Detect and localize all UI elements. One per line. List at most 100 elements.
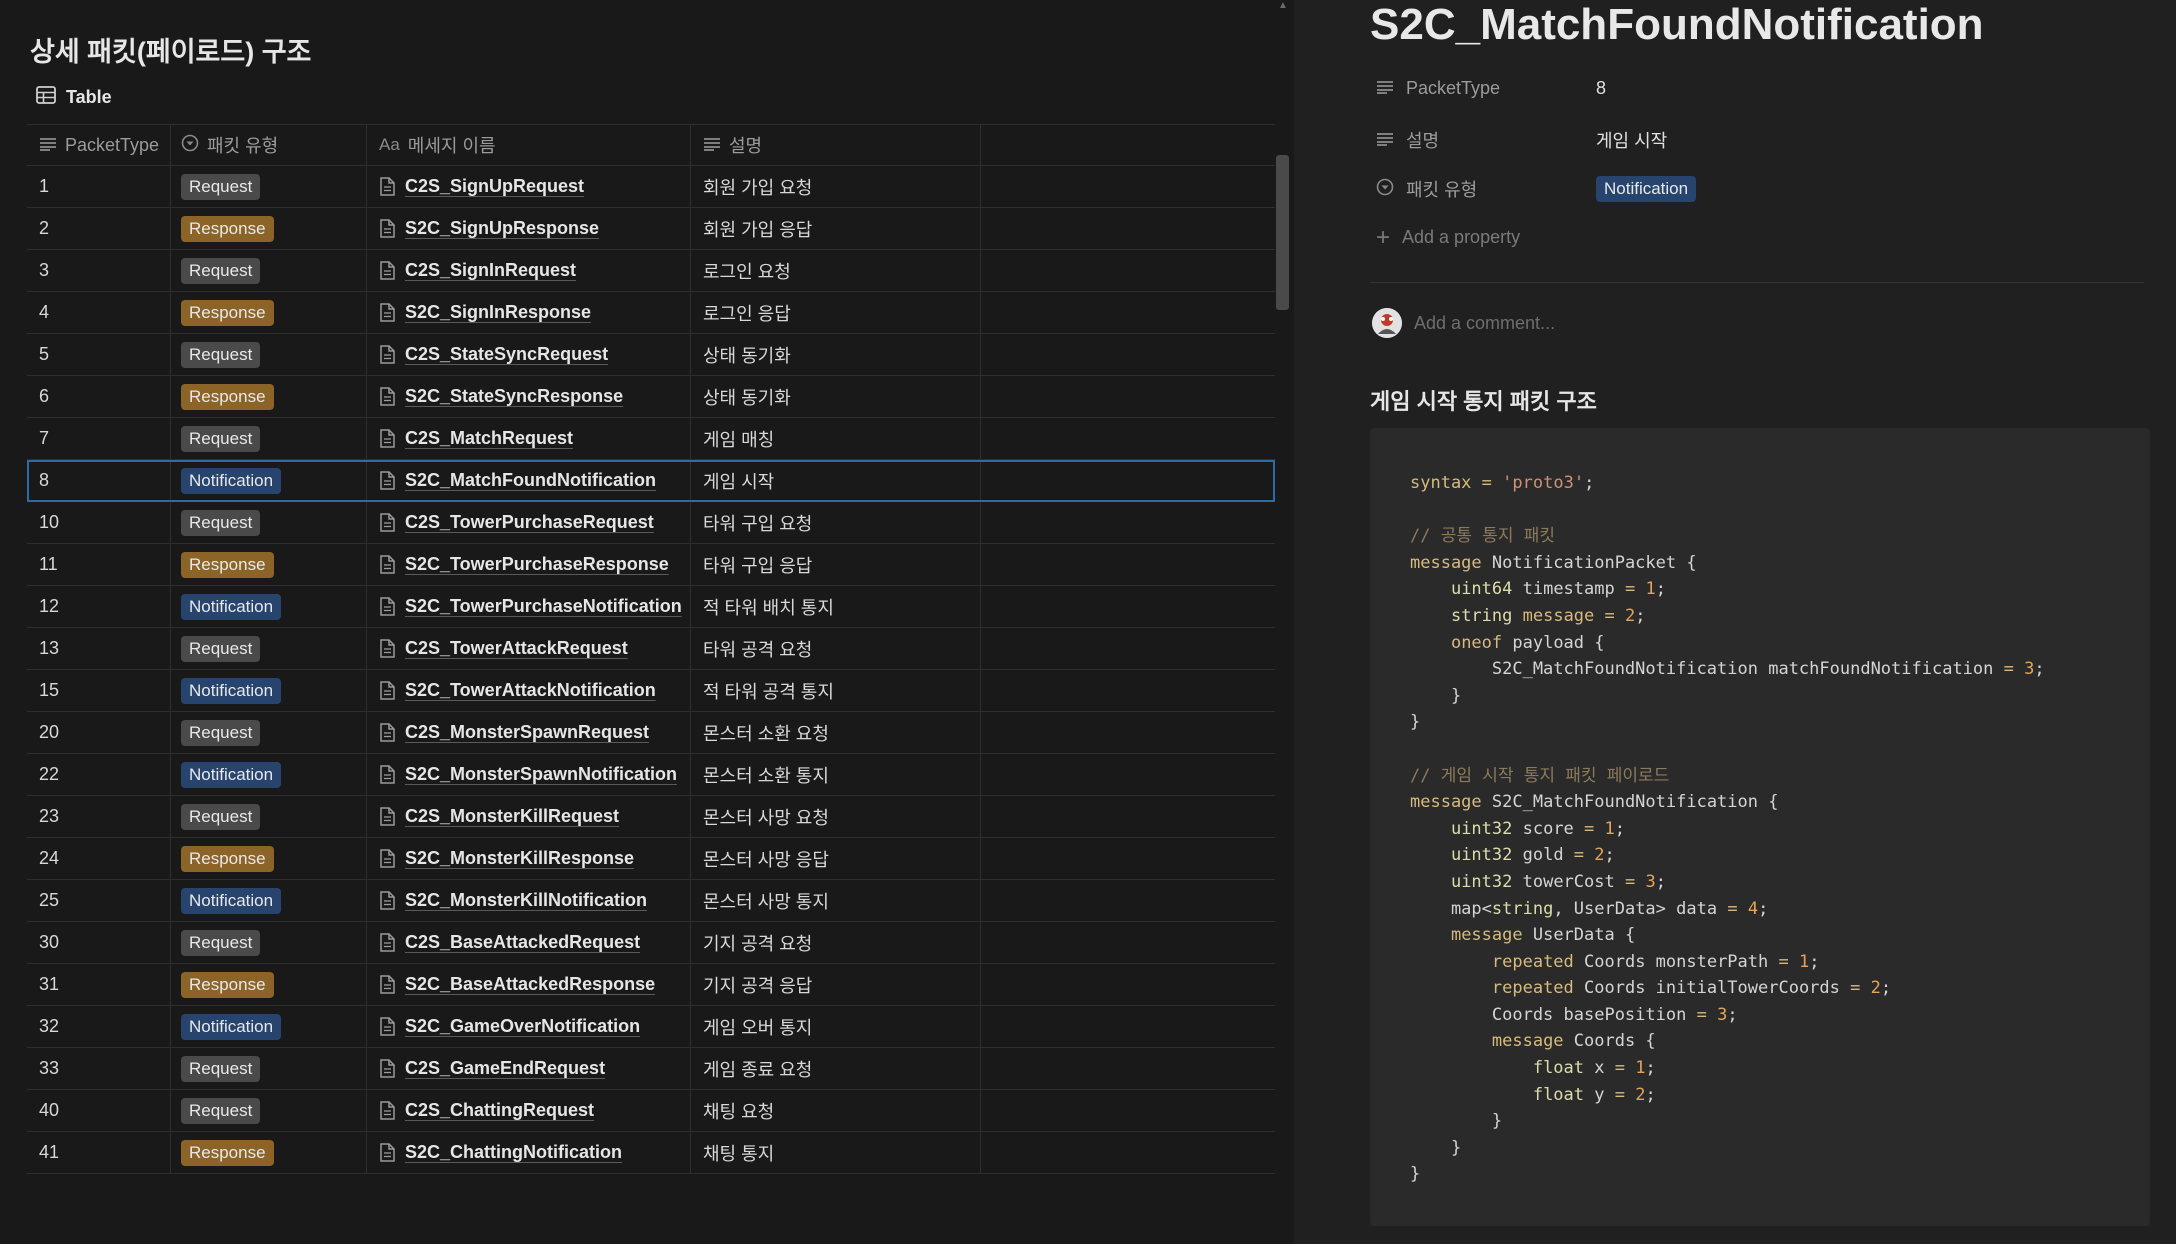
- cell-packettype[interactable]: 8: [27, 460, 171, 501]
- cell-desc[interactable]: 게임 매칭: [691, 418, 981, 459]
- column-header-desc[interactable]: 설명: [691, 125, 981, 165]
- cell-name[interactable]: S2C_MonsterKillNotification: [367, 880, 691, 921]
- cell-packettype[interactable]: 32: [27, 1006, 171, 1047]
- cell-desc[interactable]: 채팅 요청: [691, 1090, 981, 1131]
- cell-kind[interactable]: Response: [171, 964, 367, 1005]
- cell-desc[interactable]: 몬스터 소환 요청: [691, 712, 981, 753]
- cell-kind[interactable]: Request: [171, 796, 367, 837]
- cell-packettype[interactable]: 22: [27, 754, 171, 795]
- message-name-link[interactable]: S2C_TowerPurchaseResponse: [405, 554, 669, 575]
- message-name-link[interactable]: C2S_SignUpRequest: [405, 176, 584, 197]
- message-name-link[interactable]: C2S_StateSyncRequest: [405, 344, 608, 365]
- cell-desc[interactable]: 상태 동기화: [691, 376, 981, 417]
- cell-desc[interactable]: 회원 가입 응답: [691, 208, 981, 249]
- message-name-link[interactable]: C2S_MonsterSpawnRequest: [405, 722, 649, 743]
- column-header-packettype[interactable]: PacketType: [27, 125, 171, 165]
- cell-kind[interactable]: Response: [171, 208, 367, 249]
- cell-packettype[interactable]: 23: [27, 796, 171, 837]
- cell-desc[interactable]: 로그인 요청: [691, 250, 981, 291]
- table-row[interactable]: 5 Request C2S_StateSyncRequest 상태 동기화: [27, 334, 1275, 376]
- message-name-link[interactable]: S2C_MatchFoundNotification: [405, 470, 656, 491]
- cell-desc[interactable]: 적 타워 배치 통지: [691, 586, 981, 627]
- table-row[interactable]: 10 Request C2S_TowerPurchaseRequest 타워 구입 요…: [27, 502, 1275, 544]
- cell-packettype[interactable]: 10: [27, 502, 171, 543]
- cell-packettype[interactable]: 4: [27, 292, 171, 333]
- cell-packettype[interactable]: 1: [27, 166, 171, 207]
- cell-desc[interactable]: 로그인 응답: [691, 292, 981, 333]
- cell-name[interactable]: S2C_SignUpResponse: [367, 208, 691, 249]
- table-row[interactable]: 41 Response S2C_ChattingNotification 채팅 통지: [27, 1132, 1275, 1174]
- cell-name[interactable]: C2S_ChattingRequest: [367, 1090, 691, 1131]
- cell-desc[interactable]: 몬스터 소환 통지: [691, 754, 981, 795]
- table-row[interactable]: 2 Response S2C_SignUpResponse 회원 가입 응답: [27, 208, 1275, 250]
- cell-kind[interactable]: Response: [171, 292, 367, 333]
- cell-kind[interactable]: Response: [171, 376, 367, 417]
- cell-kind[interactable]: Request: [171, 1090, 367, 1131]
- table-row[interactable]: 32 Notification S2C_GameOverNotification 게임…: [27, 1006, 1275, 1048]
- cell-desc[interactable]: 게임 시작: [691, 460, 981, 501]
- cell-kind[interactable]: Notification: [171, 460, 367, 501]
- cell-kind[interactable]: Request: [171, 628, 367, 669]
- cell-name[interactable]: C2S_StateSyncRequest: [367, 334, 691, 375]
- database-title[interactable]: 상세 패킷(페이로드) 구조: [30, 30, 311, 69]
- table-row[interactable]: 8 Notification S2C_MatchFoundNotification 게…: [27, 460, 1275, 502]
- table-row[interactable]: 12 Notification S2C_TowerPurchaseNotificat…: [27, 586, 1275, 628]
- add-property-button[interactable]: + Add a property: [1376, 225, 1596, 249]
- table-row[interactable]: 1 Request C2S_SignUpRequest 회원 가입 요청: [27, 166, 1275, 208]
- table-row[interactable]: 23 Request C2S_MonsterKillRequest 몬스터 사망 요청: [27, 796, 1275, 838]
- cell-packettype[interactable]: 2: [27, 208, 171, 249]
- cell-desc[interactable]: 기지 공격 요청: [691, 922, 981, 963]
- property-description[interactable]: 설명 게임 시작: [1376, 127, 1667, 153]
- cell-name[interactable]: S2C_TowerPurchaseResponse: [367, 544, 691, 585]
- cell-name[interactable]: C2S_BaseAttackedRequest: [367, 922, 691, 963]
- cell-packettype[interactable]: 11: [27, 544, 171, 585]
- property-value[interactable]: 게임 시작: [1596, 127, 1667, 153]
- message-name-link[interactable]: C2S_SignInRequest: [405, 260, 576, 281]
- message-name-link[interactable]: C2S_ChattingRequest: [405, 1100, 594, 1121]
- cell-name[interactable]: S2C_ChattingNotification: [367, 1132, 691, 1173]
- cell-packettype[interactable]: 20: [27, 712, 171, 753]
- cell-packettype[interactable]: 3: [27, 250, 171, 291]
- cell-kind[interactable]: Request: [171, 418, 367, 459]
- table-row[interactable]: 3 Request C2S_SignInRequest 로그인 요청: [27, 250, 1275, 292]
- cell-name[interactable]: C2S_MonsterKillRequest: [367, 796, 691, 837]
- cell-desc[interactable]: 타워 구입 요청: [691, 502, 981, 543]
- table-row[interactable]: 30 Request C2S_BaseAttackedRequest 기지 공격 요청: [27, 922, 1275, 964]
- cell-name[interactable]: S2C_TowerAttackNotification: [367, 670, 691, 711]
- cell-kind[interactable]: Notification: [171, 880, 367, 921]
- cell-name[interactable]: S2C_MatchFoundNotification: [367, 460, 691, 501]
- table-row[interactable]: 25 Notification S2C_MonsterKillNotificatio…: [27, 880, 1275, 922]
- property-packettype[interactable]: PacketType 8: [1376, 78, 1606, 99]
- cell-name[interactable]: S2C_TowerPurchaseNotification: [367, 586, 691, 627]
- cell-packettype[interactable]: 41: [27, 1132, 171, 1173]
- message-name-link[interactable]: S2C_TowerPurchaseNotification: [405, 596, 682, 617]
- table-row[interactable]: 15 Notification S2C_TowerAttackNotificatio…: [27, 670, 1275, 712]
- cell-desc[interactable]: 게임 오버 통지: [691, 1006, 981, 1047]
- message-name-link[interactable]: S2C_ChattingNotification: [405, 1142, 622, 1163]
- cell-packettype[interactable]: 6: [27, 376, 171, 417]
- message-name-link[interactable]: S2C_MonsterKillNotification: [405, 890, 647, 911]
- cell-desc[interactable]: 게임 종료 요청: [691, 1048, 981, 1089]
- section-heading[interactable]: 게임 시작 통지 패킷 구조: [1370, 384, 1597, 416]
- cell-kind[interactable]: Notification: [171, 670, 367, 711]
- cell-packettype[interactable]: 5: [27, 334, 171, 375]
- cell-packettype[interactable]: 25: [27, 880, 171, 921]
- cell-name[interactable]: C2S_TowerPurchaseRequest: [367, 502, 691, 543]
- column-header-kind[interactable]: 패킷 유형: [171, 125, 367, 165]
- cell-packettype[interactable]: 31: [27, 964, 171, 1005]
- cell-kind[interactable]: Response: [171, 838, 367, 879]
- table-row[interactable]: 22 Notification S2C_MonsterSpawnNotificati…: [27, 754, 1275, 796]
- table-row[interactable]: 13 Request C2S_TowerAttackRequest 타워 공격 요청: [27, 628, 1275, 670]
- cell-name[interactable]: C2S_TowerAttackRequest: [367, 628, 691, 669]
- view-tab-table[interactable]: Table: [36, 86, 112, 109]
- cell-desc[interactable]: 몬스터 사망 통지: [691, 880, 981, 921]
- message-name-link[interactable]: S2C_SignInResponse: [405, 302, 591, 323]
- cell-kind[interactable]: Request: [171, 166, 367, 207]
- cell-kind[interactable]: Notification: [171, 754, 367, 795]
- message-name-link[interactable]: S2C_GameOverNotification: [405, 1016, 640, 1037]
- cell-desc[interactable]: 기지 공격 응답: [691, 964, 981, 1005]
- cell-name[interactable]: C2S_SignInRequest: [367, 250, 691, 291]
- cell-packettype[interactable]: 12: [27, 586, 171, 627]
- cell-packettype[interactable]: 13: [27, 628, 171, 669]
- cell-kind[interactable]: Notification: [171, 586, 367, 627]
